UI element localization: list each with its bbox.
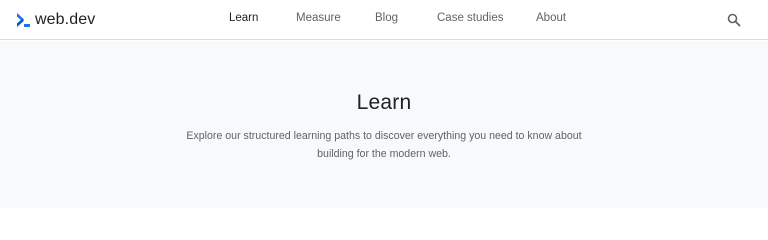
nav-item-case-studies[interactable]: Case studies [437, 12, 503, 24]
hero-section: Learn Explore our structured learning pa… [0, 41, 768, 208]
primary-nav: Learn Measure Blog Case studies About [0, 0, 768, 39]
page-title: Learn [356, 91, 412, 114]
page-description: Explore our structured learning paths to… [186, 130, 582, 160]
top-app-bar: web.dev Learn Measure Blog Case studies … [0, 0, 768, 40]
nav-item-blog[interactable]: Blog [375, 12, 398, 24]
search-icon [726, 13, 742, 32]
nav-item-measure[interactable]: Measure [296, 12, 341, 24]
search-button[interactable] [726, 12, 742, 28]
nav-item-about[interactable]: About [536, 12, 566, 24]
nav-item-learn[interactable]: Learn [229, 12, 258, 24]
